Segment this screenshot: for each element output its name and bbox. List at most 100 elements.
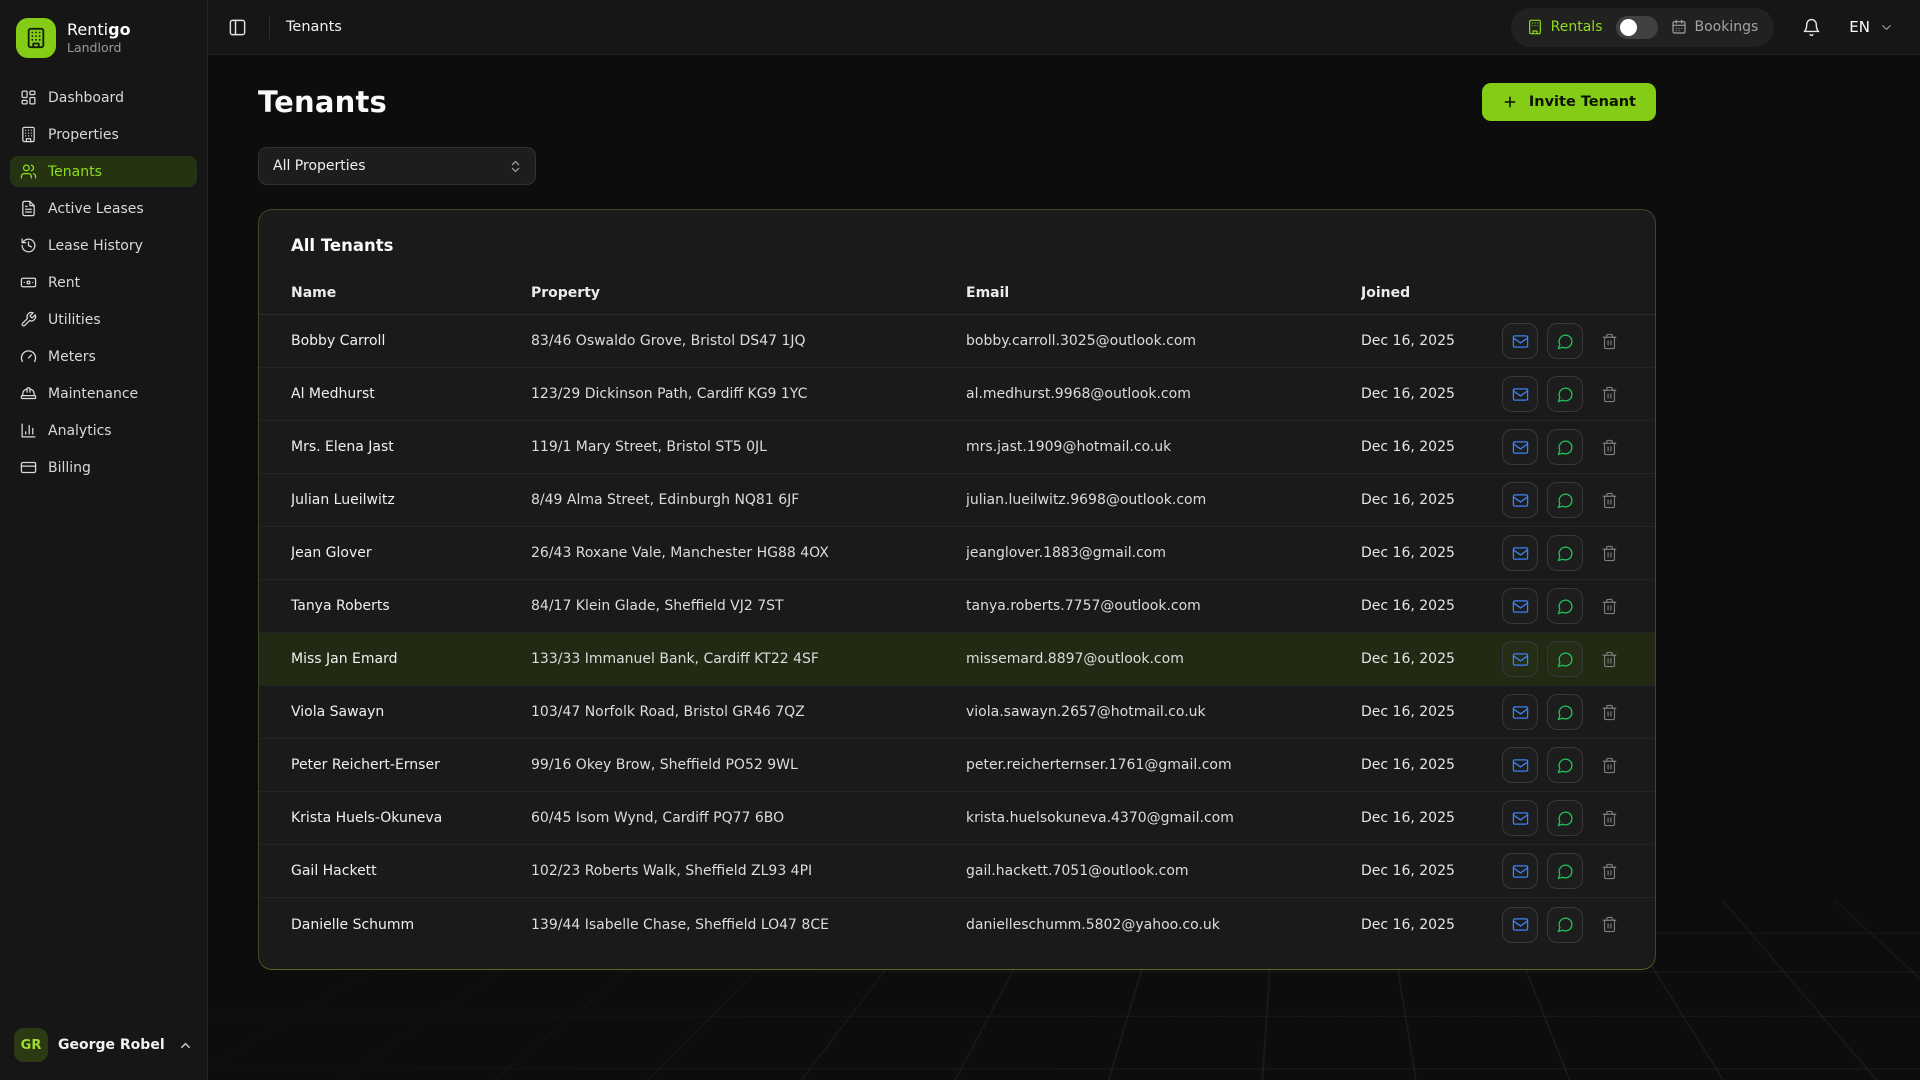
mail-icon [1512,493,1528,507]
file-text-icon [22,200,35,217]
sidebar-item-properties[interactable]: Properties [10,119,197,150]
delete-tenant-button[interactable] [1595,323,1623,359]
send-email-button[interactable] [1502,906,1538,943]
delete-tenant-button[interactable] [1595,641,1623,677]
tenant-row[interactable]: Julian Lueilwitz 8/49 Alma Street, Edinbu… [259,474,1655,527]
building-icon [22,126,35,143]
chat-message-button[interactable] [1547,429,1583,465]
delete-tenant-button[interactable] [1595,694,1623,730]
column-header-name: Name [291,285,337,301]
tenant-row[interactable]: Gail Hackett 102/23 Roberts Walk, Sheffie… [259,845,1655,898]
send-email-button[interactable] [1502,694,1538,730]
sidebar-item-label: Utilities [48,311,101,328]
sidebar-item-analytics[interactable]: Analytics [10,415,197,446]
tenant-email: mrs.jast.1909@hotmail.co.uk [966,439,1172,455]
send-email-button[interactable] [1502,482,1538,518]
tenant-row[interactable]: Viola Sawayn 103/47 Norfolk Road, Bristol… [259,686,1655,739]
tenant-row[interactable]: Tanya Roberts 84/17 Klein Glade, Sheffiel… [259,580,1655,633]
delete-tenant-button[interactable] [1595,429,1623,465]
mode-option-bookings[interactable]: Bookings [1671,19,1758,35]
delete-tenant-button[interactable] [1595,482,1623,518]
sidebar-item-lease-history[interactable]: Lease History [10,230,197,261]
tenant-name: Danielle Schumm [291,916,415,933]
tenant-row[interactable]: Danielle Schumm 139/44 Isabelle Chase, Sh… [259,898,1655,951]
tenant-name: Mrs. Elena Jast [291,439,394,455]
building-icon [1528,19,1541,35]
chat-icon [1557,599,1572,614]
content: Tenants Invite Tenant All Properties All… [208,55,1920,1080]
chat-message-button[interactable] [1547,535,1583,571]
delete-tenant-button[interactable] [1595,800,1623,836]
tenant-row[interactable]: Al Medhurst 123/29 Dickinson Path, Cardif… [259,368,1655,421]
send-email-button[interactable] [1502,641,1538,677]
chat-message-button[interactable] [1547,588,1583,624]
trash-icon [1602,439,1616,455]
tenant-row[interactable]: Bobby Carroll 83/46 Oswaldo Grove, Bristo… [259,315,1655,368]
row-actions [1495,323,1623,359]
sidebar-item-label: Rent [48,274,81,291]
tenant-joined-date: Dec 16, 2025 [1361,916,1455,933]
delete-tenant-button[interactable] [1595,907,1623,943]
chat-icon [1557,387,1572,402]
send-email-button[interactable] [1502,429,1538,465]
sidebar-toggle-icon[interactable] [222,12,253,43]
send-email-button[interactable] [1502,323,1538,359]
mode-switch-knob [1619,18,1637,36]
dashboard-icon [21,90,36,105]
send-email-button[interactable] [1502,747,1538,783]
plus-icon [1504,96,1516,108]
notifications-bell-icon[interactable] [1798,14,1825,41]
tenant-email: missemard.8897@outlook.com [966,651,1184,667]
tenant-property: 133/33 Immanuel Bank, Cardiff KT22 4SF [531,651,819,667]
mode-switch[interactable] [1615,15,1658,39]
tenant-row[interactable]: Mrs. Elena Jast 119/1 Mary Street, Bristo… [259,421,1655,474]
sidebar-item-billing[interactable]: Billing [10,452,197,483]
user-name: George Robel [58,1037,165,1053]
chat-message-button[interactable] [1547,747,1583,783]
delete-tenant-button[interactable] [1595,588,1623,624]
sidebar-item-rent[interactable]: Rent [10,267,197,298]
invite-tenant-button[interactable]: Invite Tenant [1481,83,1656,121]
chat-message-button[interactable] [1547,694,1583,730]
row-actions [1495,588,1623,624]
tenant-row[interactable]: Peter Reichert-Ernser 99/16 Okey Brow, Sh… [259,739,1655,792]
sidebar-item-dashboard[interactable]: Dashboard [10,82,197,113]
send-email-button[interactable] [1502,800,1538,836]
user-menu[interactable]: GR George Robel [10,1022,197,1064]
tenant-email: viola.sawayn.2657@hotmail.co.uk [966,704,1206,720]
send-email-button[interactable] [1502,853,1538,889]
mode-option-rentals[interactable]: Rentals [1527,19,1603,35]
send-email-button[interactable] [1502,376,1538,412]
send-email-button[interactable] [1502,588,1538,624]
chat-message-button[interactable] [1547,376,1583,412]
delete-tenant-button[interactable] [1595,747,1623,783]
tenant-name: Al Medhurst [291,386,375,402]
delete-tenant-button[interactable] [1595,535,1623,571]
delete-tenant-button[interactable] [1595,376,1623,412]
sidebar-item-active-leases[interactable]: Active Leases [10,193,197,224]
tenant-joined-date: Dec 16, 2025 [1361,439,1455,455]
tenant-row[interactable]: Miss Jan Emard 133/33 Immanuel Bank, Card… [259,633,1655,686]
chat-message-button[interactable] [1547,800,1583,836]
tenant-property: 103/47 Norfolk Road, Bristol GR46 7QZ [531,704,805,720]
delete-tenant-button[interactable] [1595,853,1623,889]
sidebar-item-meters[interactable]: Meters [10,341,197,372]
chat-message-button[interactable] [1547,482,1583,518]
chat-message-button[interactable] [1547,853,1583,889]
language-selector[interactable]: EN [1849,18,1894,36]
all-tenants-card: All Tenants Name Property Email Joined B… [258,209,1656,970]
tenant-row[interactable]: Krista Huels-Okuneva 60/45 Isom Wynd, Car… [259,792,1655,845]
sidebar-item-utilities[interactable]: Utilities [10,304,197,335]
chat-message-button[interactable] [1547,323,1583,359]
chat-message-button[interactable] [1547,641,1583,677]
send-email-button[interactable] [1502,535,1538,571]
tenant-row[interactable]: Jean Glover 26/43 Roxane Vale, Manchester… [259,527,1655,580]
trash-icon [1602,545,1616,561]
sidebar-item-tenants[interactable]: Tenants [10,156,197,187]
calendar-icon [1671,19,1686,34]
chat-message-button[interactable] [1547,906,1583,943]
tenants-table: Name Property Email Joined Bobby Carroll… [259,275,1655,951]
property-filter-select[interactable]: All Properties [258,147,536,185]
sidebar-item-maintenance[interactable]: Maintenance [10,378,197,409]
tenant-name: Tanya Roberts [291,598,390,614]
